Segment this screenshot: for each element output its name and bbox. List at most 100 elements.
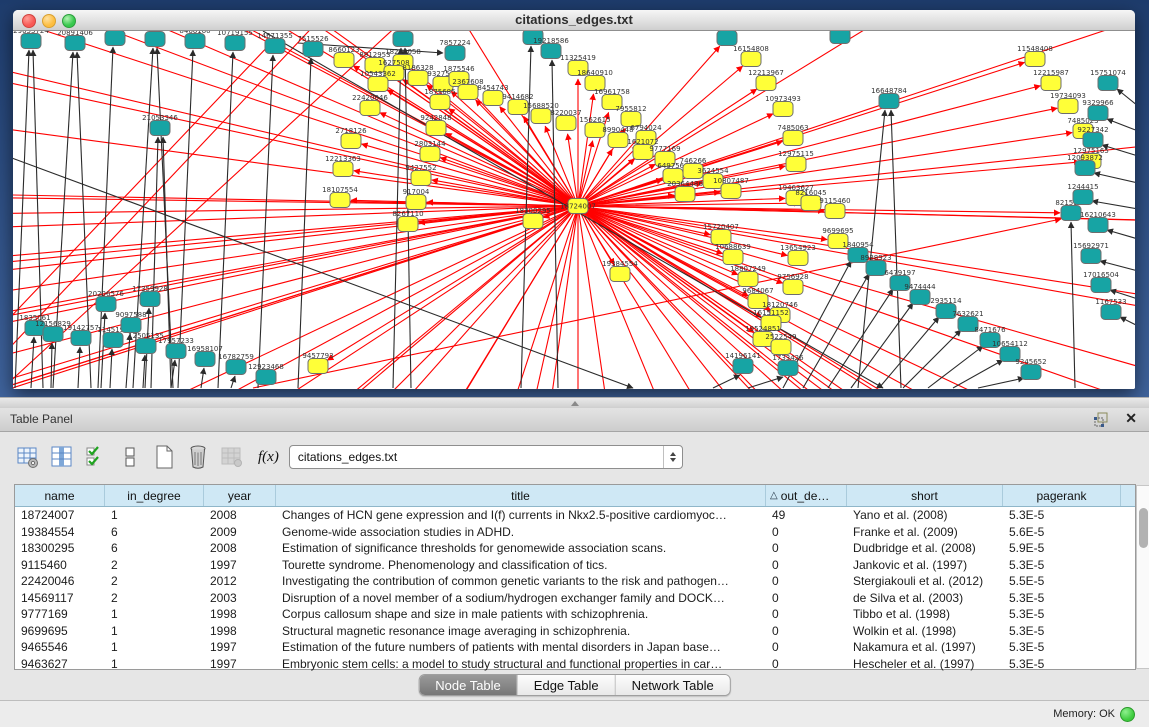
black-edge[interactable] xyxy=(201,368,204,388)
black-edge[interactable] xyxy=(1100,261,1135,271)
graph-node-label: 18107554 xyxy=(322,186,358,194)
black-edge[interactable] xyxy=(78,347,80,388)
cell-year: 1997 xyxy=(204,640,276,654)
black-edge[interactable] xyxy=(1107,119,1135,131)
graph-node[interactable]: 12975115 xyxy=(778,150,814,172)
graph-node[interactable]: 18807249 xyxy=(730,265,766,287)
table-row[interactable]: 1872400712008Changes of HCN gene express… xyxy=(15,507,1135,524)
graph-node[interactable]: 29055724 xyxy=(13,31,49,49)
select-all-icon[interactable] xyxy=(82,444,110,470)
black-edge[interactable] xyxy=(258,55,273,388)
graph-node[interactable]: 1167533 xyxy=(1095,298,1126,320)
network-canvas-area[interactable]: 2905572420891406106532571527602846616010… xyxy=(13,31,1135,389)
graph-node[interactable]: 12213967 xyxy=(748,69,784,91)
graph-node[interactable]: 9115460 xyxy=(819,197,850,219)
graph-node[interactable]: 9457793 xyxy=(302,352,333,374)
graph-node[interactable]: 15692971 xyxy=(1073,242,1109,264)
graph-node[interactable]: 20891406 xyxy=(57,31,93,51)
graph-node[interactable]: 1527602 xyxy=(139,31,170,47)
black-edge[interactable] xyxy=(891,110,901,388)
graph-node[interactable]: 10719155 xyxy=(217,31,253,51)
float-panel-icon[interactable] xyxy=(1094,412,1109,427)
table-selector[interactable]: citations_edges.txt xyxy=(289,445,683,469)
graph-node[interactable]: 16033809 xyxy=(385,31,421,47)
column-header-indegree[interactable]: in_degree xyxy=(105,485,204,506)
black-edge[interactable] xyxy=(1094,173,1135,183)
graph-node[interactable]: 8220037 xyxy=(550,109,581,131)
black-edge[interactable] xyxy=(903,330,961,388)
black-edge[interactable] xyxy=(15,50,29,388)
panel-splitter[interactable] xyxy=(0,397,1149,408)
table-row[interactable]: 911546021997Tourette syndrome. Phenomeno… xyxy=(15,557,1135,574)
tab-node-table[interactable]: Node Table xyxy=(419,675,518,695)
graph-node[interactable]: 12215987 xyxy=(1033,69,1069,91)
graph-node[interactable]: 12213363 xyxy=(325,155,361,177)
graph-node[interactable]: 16154808 xyxy=(733,45,769,67)
column-header-outde[interactable]: △out_de… xyxy=(766,485,847,506)
column-header-year[interactable]: year xyxy=(204,485,276,506)
splitter-handle-icon[interactable] xyxy=(571,401,579,406)
close-panel-icon[interactable]: ✕ xyxy=(1125,410,1137,427)
black-edge[interactable] xyxy=(126,334,130,388)
black-edge[interactable] xyxy=(928,346,983,388)
red-edge[interactable] xyxy=(13,166,785,329)
graph-node[interactable]: 10973493 xyxy=(765,95,801,117)
window-titlebar[interactable]: citations_edges.txt xyxy=(13,10,1135,31)
black-edge[interactable] xyxy=(1092,201,1135,209)
table-row[interactable]: 1456911722003Disruption of a novel membe… xyxy=(15,590,1135,607)
table-scrollbar[interactable] xyxy=(1136,485,1149,669)
graph-node[interactable]: 19142757 xyxy=(63,324,99,346)
show-column-icon[interactable] xyxy=(48,444,76,470)
graph-node[interactable]: 2087682 xyxy=(711,31,742,46)
black-edge[interactable] xyxy=(1117,89,1135,106)
graph-node[interactable]: 15751074 xyxy=(1090,69,1126,91)
black-edge[interactable] xyxy=(110,349,112,388)
scrollbar-thumb[interactable] xyxy=(1139,508,1148,548)
graph-node[interactable]: 9756928 xyxy=(777,273,808,295)
black-edge[interactable] xyxy=(51,343,52,388)
table-row[interactable]: 1830029562008Estimation of significance … xyxy=(15,540,1135,557)
column-header-short[interactable]: short xyxy=(847,485,1003,506)
graph-node[interactable]: 20364486 xyxy=(667,180,703,202)
black-edge[interactable] xyxy=(298,58,311,388)
column-header-name[interactable]: name xyxy=(15,485,105,506)
graph-node[interactable]: 20206576 xyxy=(88,290,124,312)
table-row[interactable]: 969969511998Structural magnetic resonanc… xyxy=(15,623,1135,640)
graph-node[interactable]: 2718126 xyxy=(335,127,367,149)
network-view-window[interactable]: citations_edges.txt 29055724 20891406 1065… xyxy=(13,10,1135,389)
unselect-icon[interactable] xyxy=(116,444,144,470)
tab-edge-table[interactable]: Edge Table xyxy=(518,675,616,695)
black-edge[interactable] xyxy=(231,376,235,388)
graph-node[interactable]: 10653257 xyxy=(97,31,133,46)
table-settings-icon[interactable] xyxy=(14,444,42,470)
graph-node[interactable]: 22420046 xyxy=(352,94,388,116)
black-edge[interactable] xyxy=(978,378,1024,388)
graph-node[interactable]: 7857224 xyxy=(439,39,471,61)
graph-node[interactable]: 14671355 xyxy=(257,32,293,54)
graph-node[interactable]: 14196141 xyxy=(725,352,761,374)
graph-node[interactable]: 19734093 xyxy=(1050,92,1086,114)
tab-network-table[interactable]: Network Table xyxy=(616,675,730,695)
table-row[interactable]: 977716911998Corpus callosum shape and si… xyxy=(15,606,1135,623)
delete-icon[interactable] xyxy=(184,444,212,470)
table-row[interactable]: 2242004622012Investigating the contribut… xyxy=(15,573,1135,590)
column-header-title[interactable]: title xyxy=(276,485,766,506)
cell-pagerank: 5.3E-5 xyxy=(1003,657,1121,671)
black-edge[interactable] xyxy=(713,375,740,388)
network-canvas[interactable]: 2905572420891406106532571527602846616010… xyxy=(13,31,1135,389)
table-row[interactable]: 946554611997Estimation of the future num… xyxy=(15,639,1135,656)
black-edge[interactable] xyxy=(218,52,233,388)
graph-node[interactable]: 17016504 xyxy=(1083,271,1119,293)
function-builder-icon[interactable]: f(x) xyxy=(258,449,279,466)
graph-node[interactable]: 917004 xyxy=(403,188,430,210)
black-edge[interactable] xyxy=(1107,230,1135,239)
black-edge[interactable] xyxy=(1120,317,1135,326)
column-header-pagerank[interactable]: pagerank xyxy=(1003,485,1121,506)
import-table-icon[interactable] xyxy=(218,444,246,470)
table-row[interactable]: 1938455462009Genome-wide association stu… xyxy=(15,524,1135,541)
graph-node[interactable]: 16210643 xyxy=(1080,211,1116,233)
new-table-icon[interactable] xyxy=(150,444,178,470)
graph-node[interactable]: 18107554 xyxy=(322,186,358,208)
table-row[interactable]: 946362711997Embryonic stem cells: a mode… xyxy=(15,656,1135,673)
graph-node[interactable]: 7485063 xyxy=(777,124,808,146)
